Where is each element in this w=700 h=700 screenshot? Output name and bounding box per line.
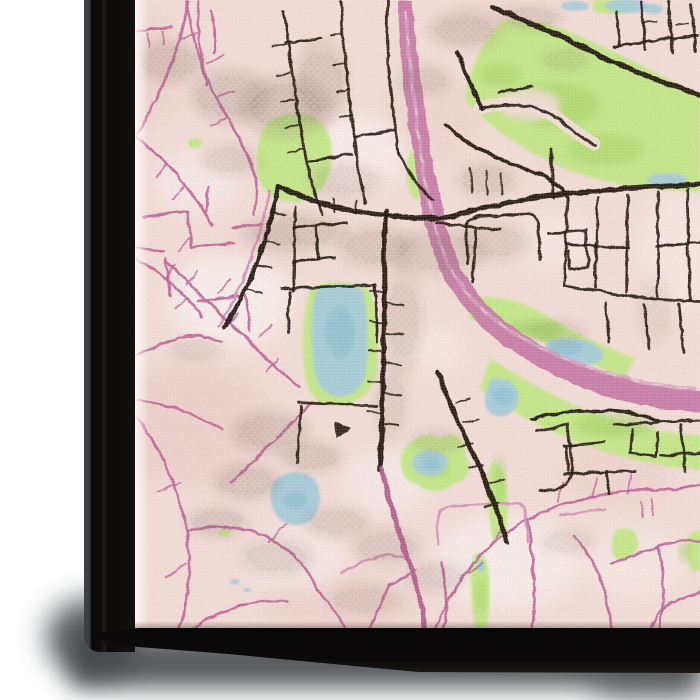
paper-grain-overlay — [135, 0, 700, 628]
scene-caption: Angled product photo of a gallery-wrappe… — [0, 0, 1, 1]
page-background: Angled product photo of a gallery-wrappe… — [0, 0, 700, 700]
map-svg — [135, 0, 700, 628]
canvas-side-edge-left — [84, 0, 135, 652]
canvas-face — [135, 0, 700, 628]
